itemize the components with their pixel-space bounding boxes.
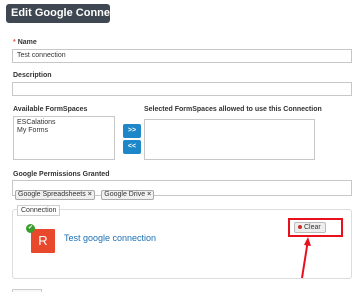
name-label: Name [17, 39, 37, 46]
connection-name: Test google connection [64, 233, 157, 243]
chip-label: Google Drive [104, 191, 146, 198]
available-formspaces-list[interactable]: ESCalations My Forms [13, 116, 115, 160]
dialog-title: Edit Google Connection [6, 4, 136, 23]
clear-dot-icon [298, 225, 302, 230]
edit-connection-dialog: Edit Google Connection * Name Test conne… [0, 0, 352, 292]
chip-label: Google Spreadsheets [18, 191, 86, 198]
add-formspace-button[interactable]: >> [123, 124, 141, 138]
required-marker: * [13, 39, 16, 46]
name-label-wrap: * Name [13, 39, 37, 46]
remove-formspace-button[interactable]: << [123, 140, 141, 154]
permission-chip-spreadsheets: Google Spreadsheets × [15, 190, 95, 200]
chip-remove-icon[interactable]: × [147, 191, 151, 198]
name-input[interactable]: Test connection [12, 49, 352, 63]
selected-formspaces-label: Selected FormSpaces allowed to use this … [144, 106, 322, 113]
permissions-label: Google Permissions Granted [13, 171, 110, 178]
chip-remove-icon[interactable]: × [88, 191, 92, 198]
check-icon: ✔ [26, 224, 35, 233]
annotation-arrow-icon [301, 237, 311, 279]
clear-label: Clear [304, 224, 321, 231]
permission-chip-drive: Google Drive × [101, 190, 155, 200]
connection-legend: Connection [17, 205, 61, 216]
selected-formspaces-list[interactable] [144, 119, 315, 160]
permissions-field[interactable]: Google Spreadsheets × Google Drive × [12, 180, 352, 200]
list-item[interactable]: ESCalations [17, 119, 111, 127]
clear-button[interactable]: Clear [294, 222, 326, 233]
description-label: Description [13, 72, 52, 79]
description-input[interactable] [12, 82, 352, 96]
available-formspaces-label: Available FormSpaces [13, 106, 88, 113]
list-item[interactable]: My Forms [17, 127, 111, 135]
avatar: R [31, 229, 55, 253]
